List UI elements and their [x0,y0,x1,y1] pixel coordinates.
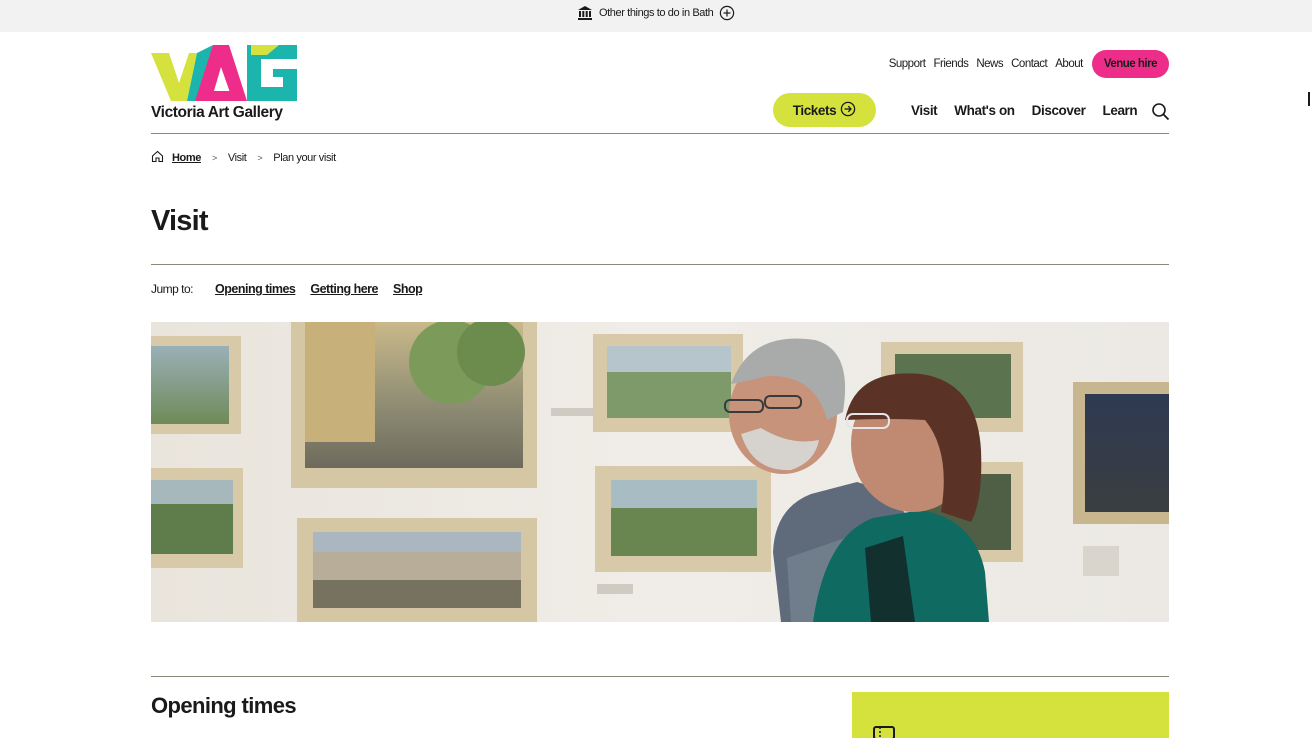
home-icon[interactable] [151,150,164,166]
promo-panel [852,692,1169,738]
text-cursor [1308,92,1310,106]
logo-wordmark: Victoria Art Gallery [151,104,283,121]
search-icon[interactable] [1151,102,1170,126]
jump-link-shop[interactable]: Shop [393,282,423,296]
breadcrumb: Home > Visit > Plan your visit [151,150,336,166]
gallery-photo [151,322,1169,622]
main-nav: Visit What's on Discover Learn [911,103,1154,118]
jump-link-getting-here[interactable]: Getting here [310,282,378,296]
header-divider [151,133,1169,134]
jump-link-opening-times[interactable]: Opening times [215,282,296,296]
other-things-toggle[interactable]: Other things to do in Bath [577,4,735,22]
site-logo[interactable]: Victoria Art Gallery [151,45,301,123]
nav-visit[interactable]: Visit [911,103,938,118]
hero-image [151,322,1169,622]
plus-circle-icon[interactable] [719,5,735,21]
nav-whats-on[interactable]: What's on [954,103,1015,118]
util-link-support[interactable]: Support [889,58,926,70]
title-divider [151,264,1169,265]
jump-to-nav: Jump to: Opening times Getting here Shop [151,282,437,296]
util-link-about[interactable]: About [1055,58,1083,70]
breadcrumb-separator: > [257,153,263,163]
page-title: Visit [151,205,209,237]
utility-nav: Support Friends News Contact About Venue… [889,48,1169,80]
tickets-label: Tickets [792,102,837,118]
venue-hire-button[interactable]: Venue hire [1091,50,1169,78]
other-things-label: Other things to do in Bath [599,7,714,19]
breadcrumb-visit[interactable]: Visit [228,152,247,164]
vag-logo-mark [151,45,297,101]
breadcrumb-separator: > [211,153,217,163]
ticket-icon [873,726,897,738]
nav-discover[interactable]: Discover [1032,103,1086,118]
tickets-button[interactable]: Tickets [773,93,876,127]
util-link-contact[interactable]: Contact [1011,58,1048,70]
opening-times-heading: Opening times [151,693,297,718]
top-bar: Other things to do in Bath [0,0,1312,32]
arrow-right-circle-icon [840,101,856,120]
museum-icon [577,5,593,21]
section-divider [151,676,1169,677]
breadcrumb-home[interactable]: Home [172,152,201,164]
nav-learn[interactable]: Learn [1102,103,1137,118]
jump-to-label: Jump to: [151,282,194,296]
util-link-friends[interactable]: Friends [934,58,969,70]
util-link-news[interactable]: News [976,58,1003,70]
breadcrumb-current: Plan your visit [273,152,336,164]
